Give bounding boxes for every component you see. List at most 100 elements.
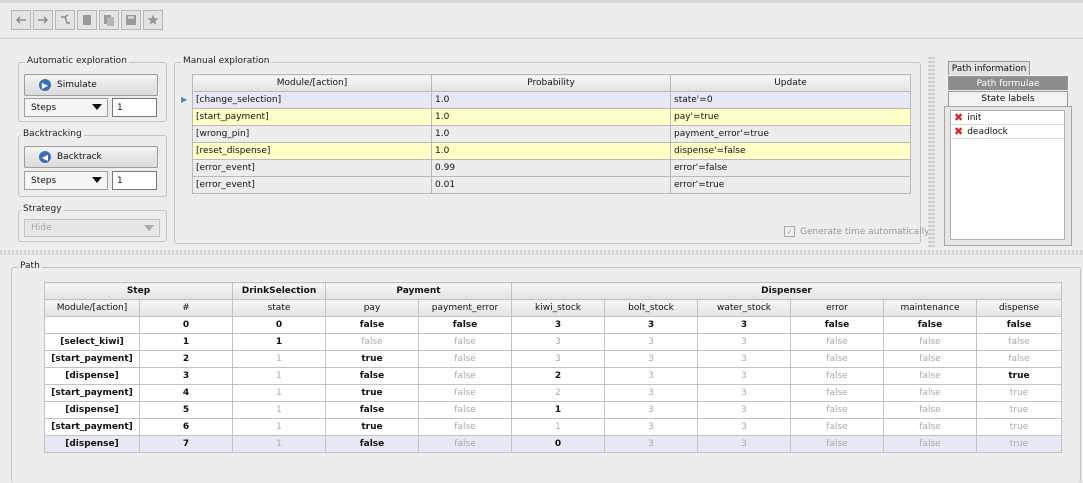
manual-row[interactable]: [start_payment] 1.0 pay'=true [181, 108, 911, 126]
path-cell[interactable]: 3 [511, 350, 605, 368]
col-header-state[interactable]: state [232, 299, 326, 317]
manual-cell-update[interactable]: error'=true [670, 176, 911, 194]
path-cell[interactable]: 0 [232, 316, 326, 334]
state-label-item[interactable]: ✖ init [951, 111, 1064, 125]
manual-row[interactable]: [wrong_pin] 1.0 payment_error'=true [181, 125, 911, 143]
manual-cell-action[interactable]: [wrong_pin] [192, 125, 432, 143]
path-cell[interactable]: 2 [139, 350, 233, 368]
path-cell[interactable]: 1 [232, 333, 326, 351]
star-icon[interactable] [143, 10, 163, 30]
col-header-step-number[interactable]: # [139, 299, 233, 317]
col-header-water-stock[interactable]: water_stock [697, 299, 791, 317]
path-cell[interactable]: false [790, 316, 884, 334]
path-cell[interactable]: false [325, 401, 419, 419]
path-cell[interactable]: false [883, 418, 977, 436]
col-header-payment-error[interactable]: payment_error [418, 299, 512, 317]
path-cell[interactable]: false [883, 333, 977, 351]
col-header-bolt-stock[interactable]: bolt_stock [604, 299, 698, 317]
manual-cell-action[interactable]: [start_payment] [192, 108, 432, 126]
path-cell[interactable]: false [418, 435, 512, 453]
path-cell[interactable]: true [976, 367, 1062, 385]
path-cell[interactable]: 3 [697, 401, 791, 419]
col-header-action[interactable]: Module/[action] [44, 299, 140, 317]
paste-icon[interactable] [99, 10, 119, 30]
manual-cell-update[interactable]: pay'=true [670, 108, 911, 126]
manual-row[interactable]: [error_event] 0.99 error'=false [181, 159, 911, 177]
path-cell[interactable]: true [976, 435, 1062, 453]
path-row[interactable]: [dispense] 5 1 false false 1 3 3 false false true [44, 401, 1062, 419]
undo-icon[interactable] [11, 10, 31, 30]
path-cell[interactable]: false [418, 418, 512, 436]
path-cell[interactable]: false [790, 350, 884, 368]
path-cell[interactable]: 2 [511, 384, 605, 402]
path-cell[interactable]: false [790, 418, 884, 436]
path-cell[interactable]: true [976, 384, 1062, 402]
manual-cell-action[interactable]: [reset_dispense] [192, 142, 432, 160]
path-cell[interactable]: 3 [697, 367, 791, 385]
auto-steps-input[interactable]: 1 [112, 98, 157, 117]
path-cell[interactable]: false [325, 316, 419, 334]
manual-cell-action[interactable]: [change_selection] [192, 91, 432, 109]
manual-row[interactable]: [reset_dispense] 1.0 dispense'=false [181, 142, 911, 160]
path-cell[interactable]: 3 [511, 333, 605, 351]
manual-cell-probability[interactable]: 0.01 [431, 176, 671, 194]
path-cell[interactable]: true [976, 401, 1062, 419]
path-cell[interactable]: false [325, 333, 419, 351]
path-cell[interactable]: 1 [511, 418, 605, 436]
path-row[interactable]: [select_kiwi] 1 1 false false 3 3 3 false false fa… [44, 333, 1062, 351]
horizontal-splitter[interactable] [0, 250, 1083, 255]
simulate-button[interactable]: ▶ Simulate [24, 74, 158, 96]
path-cell[interactable]: 6 [139, 418, 233, 436]
col-header-kiwi-stock[interactable]: kiwi_stock [511, 299, 605, 317]
path-cell[interactable]: false [790, 435, 884, 453]
path-cell[interactable]: false [418, 384, 512, 402]
path-row[interactable]: [dispense] 7 1 false false 0 3 3 false false true [44, 435, 1062, 453]
path-cell[interactable]: [start_payment] [44, 384, 140, 402]
path-cell[interactable]: [dispense] [44, 435, 140, 453]
path-cell[interactable]: 4 [139, 384, 233, 402]
path-row[interactable]: [start_payment] 2 1 true false 3 3 3 false false f… [44, 350, 1062, 368]
path-cell[interactable]: 1 [232, 435, 326, 453]
path-cell[interactable]: 3 [139, 367, 233, 385]
path-cell[interactable]: 3 [697, 418, 791, 436]
path-cell[interactable]: false [976, 333, 1062, 351]
path-cell[interactable]: false [883, 384, 977, 402]
path-cell[interactable]: 5 [139, 401, 233, 419]
path-cell[interactable]: 7 [139, 435, 233, 453]
path-cell[interactable]: false [883, 435, 977, 453]
tab-path-information[interactable]: Path information [948, 61, 1030, 75]
path-cell[interactable]: false [325, 435, 419, 453]
path-cell[interactable]: false [883, 367, 977, 385]
path-cell[interactable]: 1 [232, 384, 326, 402]
path-cell[interactable]: 3 [604, 435, 698, 453]
manual-cell-action[interactable]: [error_event] [192, 159, 432, 177]
manual-cell-update[interactable]: error'=false [670, 159, 911, 177]
path-cell[interactable]: false [418, 333, 512, 351]
auto-steps-select[interactable]: Steps [24, 98, 108, 117]
path-cell[interactable]: [dispense] [44, 367, 140, 385]
col-header-action[interactable]: Module/[action] [192, 74, 432, 92]
path-cell[interactable]: 3 [604, 418, 698, 436]
path-cell[interactable]: 3 [697, 333, 791, 351]
path-cell[interactable]: false [883, 316, 977, 334]
path-cell[interactable]: 1 [232, 401, 326, 419]
manual-cell-probability[interactable]: 0.99 [431, 159, 671, 177]
path-cell[interactable]: 3 [697, 350, 791, 368]
path-cell[interactable]: 3 [604, 333, 698, 351]
manual-cell-update[interactable]: payment_error'=true [670, 125, 911, 143]
path-cell[interactable]: 3 [697, 316, 791, 334]
path-cell[interactable]: 1 [232, 367, 326, 385]
col-header-error[interactable]: error [790, 299, 884, 317]
path-cell[interactable]: [select_kiwi] [44, 333, 140, 351]
path-cell[interactable]: 1 [511, 401, 605, 419]
path-cell[interactable]: [start_payment] [44, 418, 140, 436]
generate-time-checkbox[interactable]: ✓ Generate time automatically [784, 226, 929, 237]
path-cell[interactable]: 3 [604, 316, 698, 334]
path-cell[interactable]: 0 [139, 316, 233, 334]
path-cell[interactable]: false [790, 384, 884, 402]
path-cell[interactable]: false [418, 350, 512, 368]
col-header-maintenance[interactable]: maintenance [883, 299, 977, 317]
manual-cell-update[interactable]: state'=0 [670, 91, 911, 109]
path-cell[interactable]: false [976, 316, 1062, 334]
manual-row[interactable]: ▶ [change_selection] 1.0 state'=0 [181, 91, 911, 109]
